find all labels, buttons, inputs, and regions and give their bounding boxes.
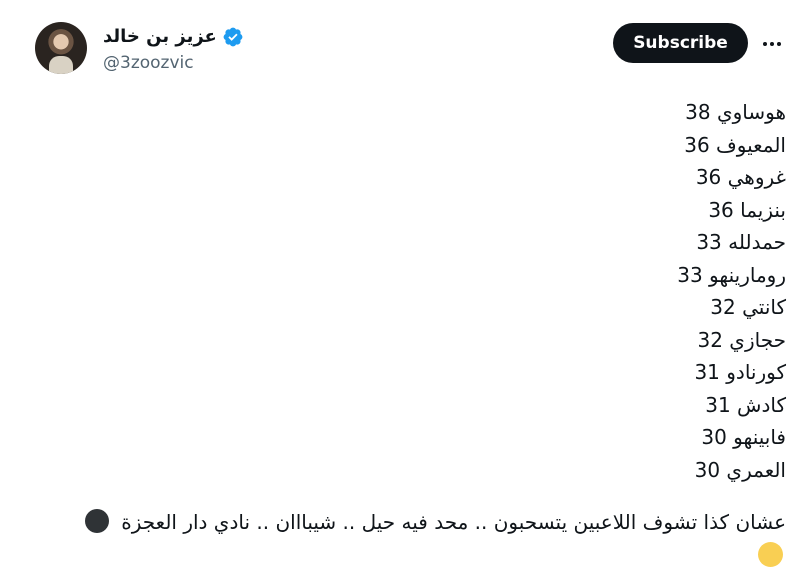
list-item: المعيوف 36 bbox=[684, 132, 786, 157]
list-item: كانتي 32 bbox=[710, 295, 786, 319]
author-name-row: عزيز بن خالد bbox=[103, 24, 244, 50]
subscribe-button[interactable]: Subscribe bbox=[613, 23, 748, 63]
more-dot bbox=[763, 42, 767, 46]
tweet-card: عزيز بن خالد @3zoozvic Subscribe هوساوي … bbox=[0, 0, 800, 577]
list-item: هوساوي 38 bbox=[685, 100, 786, 124]
tweet-text: هوساوي 38 المعيوف 36 غروهي 36 بنزيما 36 … bbox=[86, 96, 786, 486]
verified-badge-icon bbox=[222, 26, 244, 48]
more-dot bbox=[770, 42, 774, 46]
list-item: حمدلله 33 bbox=[696, 230, 786, 254]
author-handle[interactable]: @3zoozvic bbox=[103, 52, 194, 74]
player-list: هوساوي 38 المعيوف 36 غروهي 36 بنزيما 36 … bbox=[86, 96, 786, 486]
list-item: رومارينهو 33 bbox=[677, 262, 786, 287]
more-horizontal-icon[interactable] bbox=[757, 33, 787, 55]
closing-text: عشان كذا تشوف اللاعبين يتسحبون .. محد في… bbox=[121, 510, 786, 534]
avatar-shirt bbox=[49, 56, 73, 74]
yellow-circle-emoji-icon bbox=[758, 542, 783, 567]
dark-circle-emoji-icon bbox=[84, 509, 109, 533]
avatar[interactable] bbox=[35, 22, 87, 74]
list-item: بنزيما 36 bbox=[708, 197, 786, 222]
list-item: كورنادو 31 bbox=[694, 360, 786, 384]
list-item: كادش 31 bbox=[705, 392, 786, 417]
list-item: غروهي 36 bbox=[695, 165, 786, 189]
list-item: فابينهو 30 bbox=[701, 425, 786, 449]
list-item: العمري 30 bbox=[694, 457, 786, 482]
list-item: حجازي 32 bbox=[697, 327, 787, 352]
tweet-closing-line: عشان كذا تشوف اللاعبين يتسحبون .. محد في… bbox=[26, 507, 786, 537]
more-dot bbox=[777, 42, 781, 46]
author-display-name[interactable]: عزيز بن خالد bbox=[103, 25, 217, 49]
